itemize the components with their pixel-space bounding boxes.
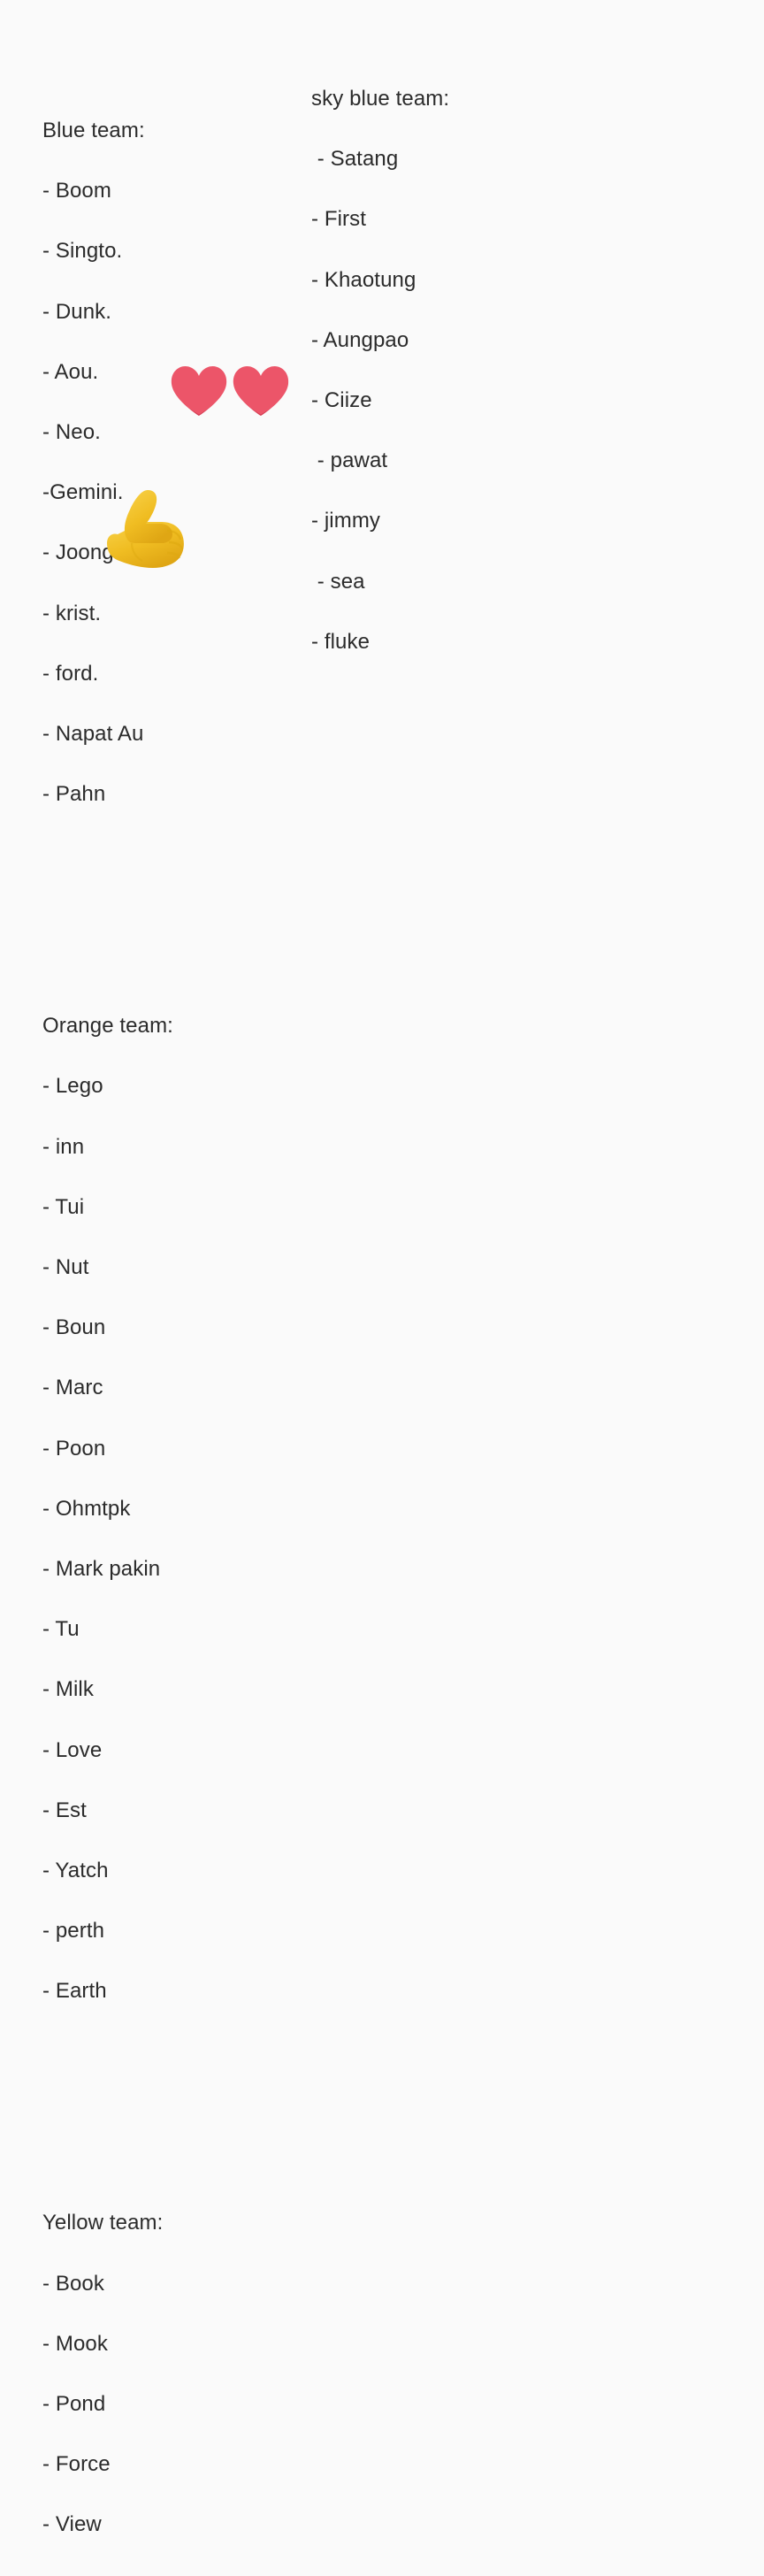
list-item: - Dunk. [42,299,112,324]
list-item: - Pond [42,2392,106,2416]
blue-team-heading: Blue team: [42,119,145,142]
list-item: - Tui [42,1194,85,1219]
list-item: - Tu [42,1617,80,1642]
list-item: - Singto. [42,239,123,264]
list-item: - Boom [42,179,111,203]
list-item: - First [311,207,367,232]
list-item: - Joong. [42,540,120,565]
list-item: - Lego [42,1074,103,1099]
list-item: - Napat Au [42,721,144,746]
two-hearts-emoji [171,366,289,416]
list-item: - Ciize [311,387,372,412]
list-item: - Khaotung [311,267,416,292]
list-item: - Est [42,1798,87,1822]
list-item: - Aou. [42,359,99,384]
list-item: - sea [311,569,365,594]
list-item: - Marc [42,1376,103,1400]
left-text-column: Blue team: - Boom - Singto. - Dunk. - Ao… [42,21,173,2576]
right-text-column: sky blue team: - Satang - First - Khaotu… [311,21,449,720]
list-item: - Earth [42,1979,107,2004]
list-item: - Boun [42,1315,106,1340]
list-item: - ford. [42,661,99,686]
list-item: - krist. [42,601,102,625]
list-item: - Nut [42,1255,89,1279]
section-yellow-team: Yellow team: - Book - Mook - Pond - Forc… [42,2177,173,2576]
list-item: - Poon [42,1436,106,1460]
list-item: - Phuwin [42,2572,173,2576]
list-item: - Love [42,1737,103,1762]
list-item: - fluke [311,629,371,654]
list-item: -Gemini. [42,480,124,505]
sky-blue-team-heading: sky blue team: [311,87,450,111]
list-item: - Mook [42,2331,108,2356]
list-item: - pawat [311,448,388,473]
list-item: - Ohmtpk [42,1496,131,1521]
list-item: - Satang [311,147,399,172]
yellow-team-heading: Yellow team: [42,2211,164,2235]
section-sky-blue-team: sky blue team: - Satang - First - Khaotu… [311,53,449,688]
orange-team-heading: Orange team: [42,1014,173,1039]
list-item: - Pahn [42,782,106,807]
list-item: - Neo. [42,419,101,444]
heart-left [171,366,227,416]
list-item: - Force [42,2452,111,2477]
list-item: - jimmy [311,509,381,533]
section-blue-team: Blue team: - Boom - Singto. - Dunk. - Ao… [42,85,173,840]
note-page: Blue team: - Boom - Singto. - Dunk. - Ao… [0,0,764,2576]
list-item: - Book [42,2271,104,2296]
list-item: - Milk [42,1677,94,1702]
list-item: - Mark pakin [42,1556,161,1581]
list-item: - View [42,2512,102,2537]
list-item: - Yatch [42,1858,109,1882]
section-orange-team: Orange team: - Lego - inn - Tui - Nut - … [42,980,173,2037]
heart-right [233,366,289,416]
list-item: - perth [42,1919,105,1944]
list-item: - inn [42,1134,85,1159]
list-item: - Aungpao [311,327,409,352]
